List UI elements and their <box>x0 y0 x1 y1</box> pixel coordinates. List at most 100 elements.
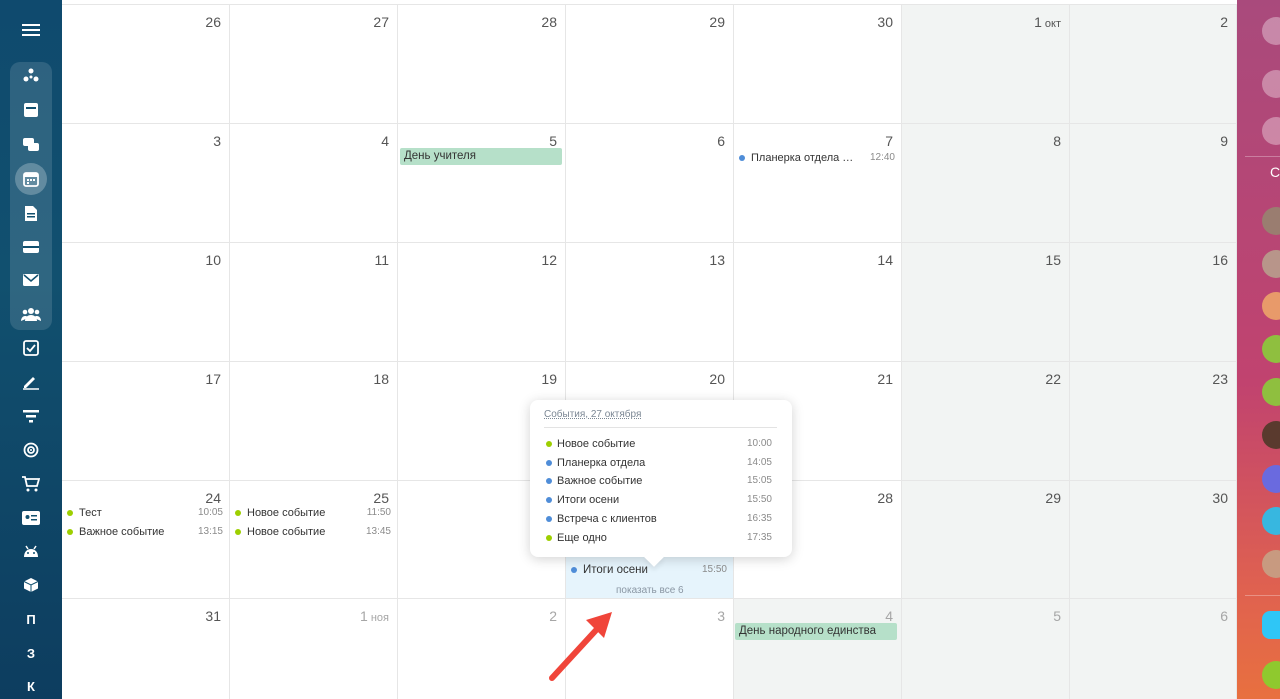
groups-icon[interactable] <box>13 300 49 328</box>
mobile-icon[interactable] <box>1262 611 1280 639</box>
day-number: 16 <box>1212 252 1228 268</box>
popup-event[interactable]: Планерка отдела 14:05 <box>546 455 772 471</box>
box-icon[interactable] <box>13 571 49 599</box>
day-cell[interactable]: 7 Планерка отдела пр... 12:40 <box>734 124 902 243</box>
day-cell[interactable]: 24 Тест 10:05 Важное событие 13:15 <box>62 481 230 599</box>
day-cell[interactable]: 13 <box>566 243 734 362</box>
tasks-icon[interactable] <box>13 334 49 362</box>
day-cell[interactable]: 6 <box>1070 599 1237 699</box>
avatar[interactable] <box>1262 465 1280 493</box>
phone-icon[interactable] <box>1262 661 1280 689</box>
day-cell[interactable]: 29 <box>902 481 1070 599</box>
day-number: 30 <box>1212 490 1228 506</box>
event-name: Встреча с клиентов <box>557 513 657 525</box>
event-time: 14:05 <box>746 457 772 468</box>
cart-icon[interactable] <box>13 470 49 498</box>
day-number: 28 <box>877 490 893 506</box>
day-number: 10 <box>205 252 221 268</box>
document-icon[interactable] <box>13 199 49 227</box>
avatar[interactable] <box>1262 335 1280 363</box>
day-cell[interactable]: 6 <box>566 124 734 243</box>
day-cell[interactable]: 31 <box>62 599 230 699</box>
day-cell[interactable]: 5 <box>902 599 1070 699</box>
target-icon[interactable] <box>13 436 49 464</box>
drive-icon[interactable] <box>13 233 49 261</box>
sidebar-item-p[interactable]: П <box>13 605 49 633</box>
day-cell[interactable]: 4 <box>230 124 398 243</box>
day-cell[interactable]: 18 <box>230 362 398 481</box>
popup-event[interactable]: Встреча с клиентов 16:35 <box>546 511 772 527</box>
menu-icon[interactable] <box>13 16 49 44</box>
day-cell[interactable]: 30 <box>734 5 902 124</box>
day-cell[interactable]: 17 <box>62 362 230 481</box>
day-number: 6 <box>1220 608 1228 624</box>
popup-event[interactable]: Важное событие 15:05 <box>546 473 772 489</box>
event-time: 10:00 <box>746 438 772 449</box>
mail-icon[interactable] <box>13 266 49 294</box>
day-cell[interactable]: 3 <box>62 124 230 243</box>
calendar-event[interactable]: Тест 10:05 <box>67 505 223 521</box>
day-cell[interactable]: 28 <box>398 5 566 124</box>
day-cell[interactable]: 30 <box>1070 481 1237 599</box>
day-number: 18 <box>373 371 389 387</box>
calendar-event[interactable]: Планерка отдела пр... 12:40 <box>739 150 895 166</box>
day-cell[interactable]: 27 <box>230 5 398 124</box>
day-cell[interactable]: 11 <box>230 243 398 362</box>
day-cell[interactable]: 5 <box>398 124 566 243</box>
day-cell[interactable]: 23 <box>1070 362 1237 481</box>
day-number: 13 <box>709 252 725 268</box>
day-cell[interactable]: 22 <box>902 362 1070 481</box>
avatar[interactable] <box>1262 550 1280 578</box>
popup-event[interactable]: Новое событие 10:00 <box>546 436 772 452</box>
notifications-icon[interactable] <box>1262 17 1280 45</box>
calendar-event[interactable]: Важное событие 13:15 <box>67 524 223 540</box>
calendar-event[interactable]: Итоги осени 15:50 <box>571 562 727 578</box>
day-cell[interactable]: 14 <box>734 243 902 362</box>
avatar[interactable] <box>1262 378 1280 406</box>
show-all-link[interactable]: показать все 6 <box>616 585 684 596</box>
popup-event[interactable]: Еще одно 17:35 <box>546 530 772 546</box>
avatar[interactable] <box>1262 507 1280 535</box>
sign-icon[interactable] <box>13 368 49 396</box>
day-cell[interactable]: 8 <box>902 124 1070 243</box>
day-number: 14 <box>877 252 893 268</box>
calendar-icon[interactable] <box>13 163 49 195</box>
support-icon[interactable] <box>1262 117 1280 145</box>
day-cell[interactable]: 1 ноя <box>230 599 398 699</box>
day-cell[interactable]: 4 <box>734 599 902 699</box>
sidebar-item-z[interactable]: З <box>13 639 49 667</box>
android-icon[interactable] <box>13 537 49 565</box>
contact-card-icon[interactable] <box>13 504 49 532</box>
day-cell[interactable]: 12 <box>398 243 566 362</box>
day-cell[interactable]: 10 <box>62 243 230 362</box>
funnel-icon[interactable] <box>13 402 49 430</box>
day-cell[interactable]: 9 <box>1070 124 1237 243</box>
day-cell[interactable]: 1 окт <box>902 5 1070 124</box>
avatar[interactable] <box>1262 250 1280 278</box>
day-cell[interactable]: 2 <box>1070 5 1237 124</box>
avatar[interactable] <box>1262 207 1280 235</box>
day-number: 4 <box>885 608 893 624</box>
day-cell[interactable]: 29 <box>566 5 734 124</box>
divider <box>1245 595 1280 596</box>
popup-event[interactable]: Итоги осени 15:50 <box>546 492 772 508</box>
chat-icon[interactable] <box>13 131 49 159</box>
day-number: 25 <box>373 490 389 506</box>
allday-event[interactable]: День учителя <box>400 148 562 165</box>
day-cell[interactable]: 16 <box>1070 243 1237 362</box>
allday-event[interactable]: День народного единства <box>735 623 897 640</box>
event-dot <box>546 460 552 466</box>
avatar[interactable] <box>1262 421 1280 449</box>
calendar-event[interactable]: Новое событие 13:45 <box>235 524 391 540</box>
sidebar-item-k[interactable]: К <box>13 672 49 699</box>
news-icon[interactable] <box>13 96 49 124</box>
feed-icon[interactable] <box>13 62 49 90</box>
day-cell[interactable]: 26 <box>62 5 230 124</box>
popup-title[interactable]: События, 27 октября <box>544 409 641 420</box>
day-cell[interactable]: 25 Новое событие 11:50 Новое событие 13:… <box>230 481 398 599</box>
day-cell[interactable]: 15 <box>902 243 1070 362</box>
day-number: 29 <box>1045 490 1061 506</box>
avatar[interactable] <box>1262 292 1280 320</box>
profile-icon[interactable] <box>1262 70 1280 98</box>
calendar-event[interactable]: Новое событие 11:50 <box>235 505 391 521</box>
